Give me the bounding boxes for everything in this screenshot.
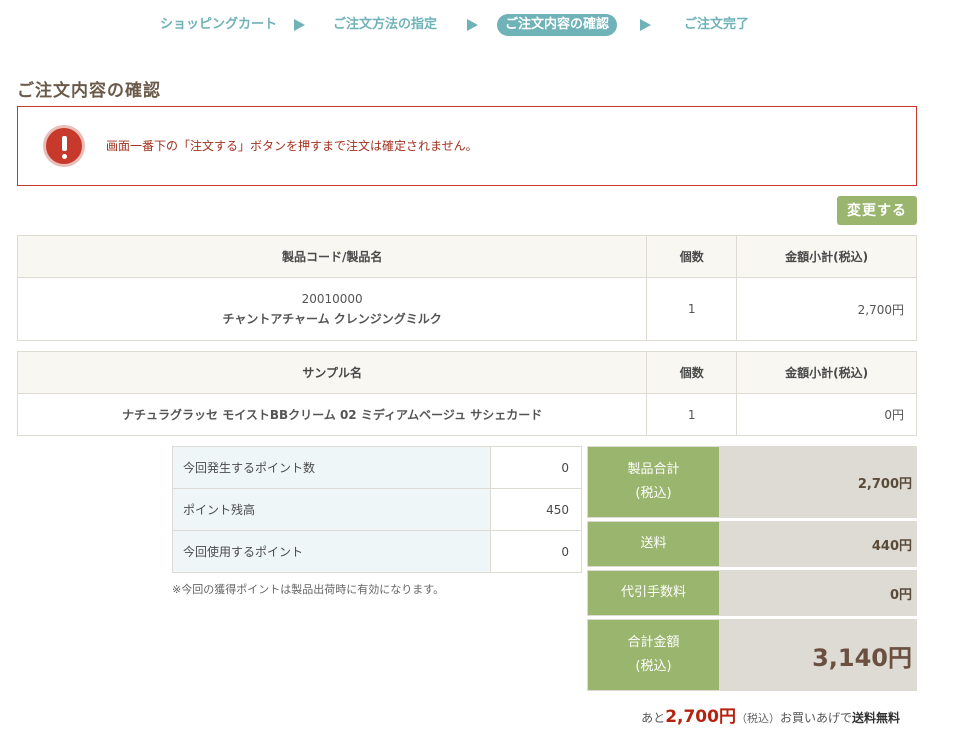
sample-subtotal: 0円: [736, 393, 917, 436]
sample-qty: 1: [646, 393, 738, 436]
product-code: 20010000: [301, 291, 363, 306]
points-value: 450: [490, 488, 582, 531]
points-label: ポイント残高: [172, 488, 491, 531]
table-row: 今回発生するポイント数 0: [172, 446, 582, 489]
table-row: 今回使用するポイント 0: [172, 530, 582, 573]
alert-box: 画面一番下の「注文する」ボタンを押すまで注文は確定されません。: [17, 106, 917, 186]
points-table: 今回発生するポイント数 0 ポイント残高 450 今回使用するポイント 0: [172, 446, 582, 573]
shipping-label: 送料: [588, 522, 719, 566]
alert-text: 画面一番下の「注文する」ボタンを押すまで注文は確定されません。: [106, 139, 478, 153]
page-title: ご注文内容の確認: [17, 81, 161, 101]
step-arrow-icon: [640, 19, 651, 31]
points-value: 0: [490, 446, 582, 489]
cod-fee-value: 0円: [719, 571, 916, 615]
product-cell: 20010000 チャントアチャーム クレンジングミルク: [16, 277, 648, 341]
step-shopping-cart: ショッピングカート: [160, 17, 278, 32]
points-note: ※今回の獲得ポイントは製品出荷時に有効になります。: [172, 583, 445, 596]
column-header: サンプル名: [16, 351, 648, 394]
table-row: ポイント残高 450: [172, 488, 582, 531]
column-header: 製品コード/製品名: [16, 235, 648, 278]
step-order-method: ご注文方法の指定: [333, 17, 438, 32]
points-value: 0: [490, 530, 582, 573]
totals-panel: 製品合計 (税込) 2,700円 送料 440円 代引手数料 0円 合計金額 (…: [587, 446, 917, 694]
table-row: ナチュラグラッセ モイストBBクリーム 02 ミディアムベージュ サシェカード …: [16, 393, 917, 436]
cod-fee-label: 代引手数料: [588, 571, 719, 615]
product-total-tax-note: (税込): [635, 486, 672, 501]
grand-total-tax-note: (税込): [635, 659, 672, 674]
free-shipping-amount: 2,700円: [665, 707, 736, 727]
product-qty: 1: [646, 277, 738, 341]
product-subtotal: 2,700円: [736, 277, 917, 341]
free-shipping-middle: お買いあげで: [779, 711, 852, 725]
column-header: 金額小計(税込): [736, 351, 917, 394]
product-name: チャントアチャーム クレンジングミルク: [222, 311, 442, 326]
shipping-value: 440円: [719, 522, 916, 566]
step-arrow-icon: [467, 19, 478, 31]
sample-name: ナチュラグラッセ モイストBBクリーム 02 ミディアムベージュ サシェカード: [16, 393, 648, 436]
step-order-confirm: ご注文内容の確認: [497, 14, 618, 36]
cod-fee-row: 代引手数料 0円: [587, 570, 917, 616]
points-label: 今回発生するポイント数: [172, 446, 491, 489]
checkout-steps: ショッピングカート ご注文方法の指定 ご注文内容の確認 ご注文完了: [0, 14, 957, 36]
free-shipping-tax: （税込）: [735, 712, 780, 725]
table-header-row: サンプル名 個数 金額小計(税込): [16, 351, 917, 394]
table-header-row: 製品コード/製品名 個数 金額小計(税込): [16, 235, 917, 278]
column-header: 個数: [646, 235, 738, 278]
free-shipping-prefix: あと: [641, 711, 666, 725]
shipping-row: 送料 440円: [587, 521, 917, 567]
free-shipping-message: あと2,700円（税込）お買いあげで送料無料: [641, 702, 900, 727]
samples-table: サンプル名 個数 金額小計(税込) ナチュラグラッセ モイストBBクリーム 02…: [16, 351, 917, 436]
grand-total-label-text: 合計金額: [627, 635, 680, 650]
change-button[interactable]: 変更する: [837, 196, 917, 225]
product-total-label-text: 製品合計: [627, 462, 680, 477]
product-total-label: 製品合計 (税込): [588, 447, 719, 517]
grand-total-row: 合計金額 (税込) 3,140円: [587, 619, 917, 691]
free-shipping-suffix: 送料無料: [851, 711, 900, 725]
grand-total-label: 合計金額 (税込): [588, 620, 719, 690]
table-row: 20010000 チャントアチャーム クレンジングミルク 1 2,700円: [16, 277, 917, 341]
column-header: 金額小計(税込): [736, 235, 917, 278]
grand-total-value: 3,140円: [719, 620, 916, 690]
column-header: 個数: [646, 351, 738, 394]
product-total-value: 2,700円: [719, 447, 916, 517]
step-order-complete: ご注文完了: [684, 17, 750, 32]
points-label: 今回使用するポイント: [172, 530, 491, 573]
product-total-row: 製品合計 (税込) 2,700円: [587, 446, 917, 518]
exclamation-icon: [43, 125, 85, 167]
products-table: 製品コード/製品名 個数 金額小計(税込) 20010000 チャントアチャーム…: [16, 235, 917, 341]
step-arrow-icon: [294, 19, 305, 31]
